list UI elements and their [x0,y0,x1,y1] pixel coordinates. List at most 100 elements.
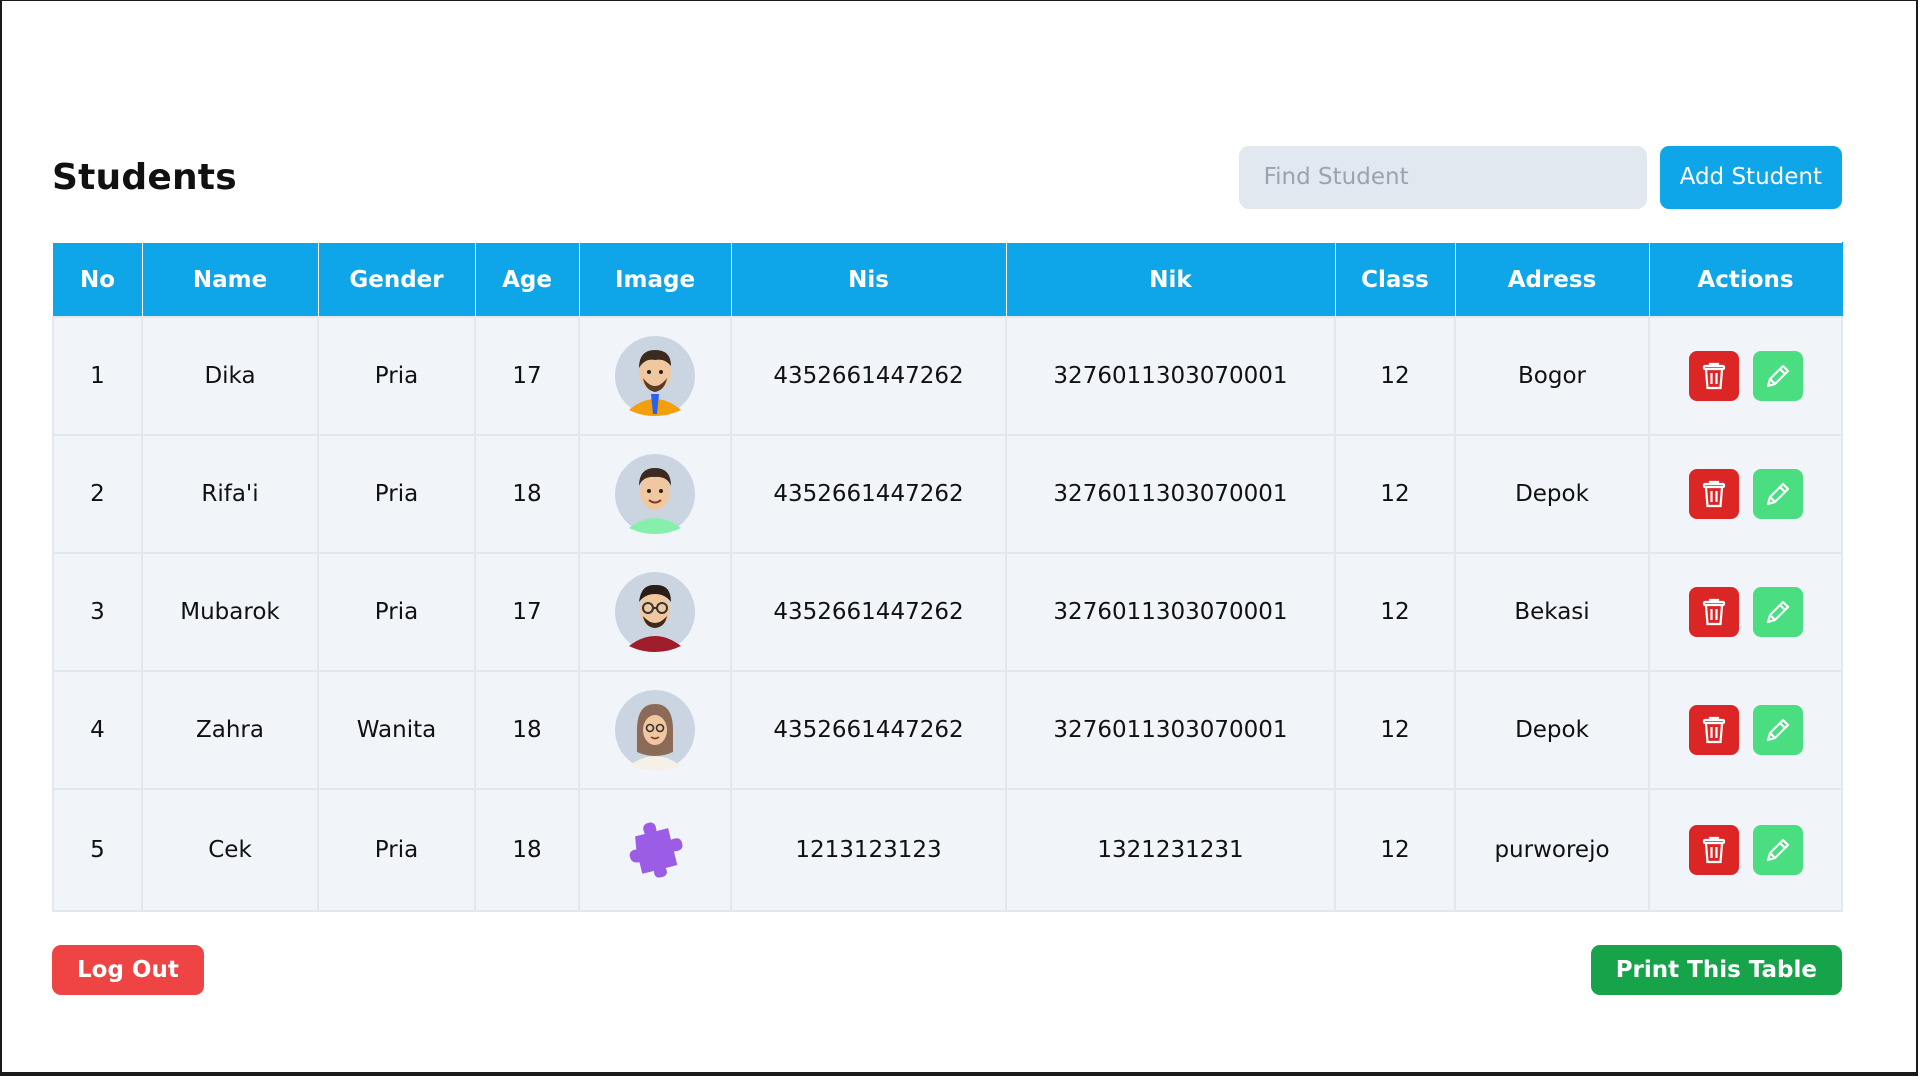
table-row: 1 Dika Pria 17 4352661447262 32760113030… [52,316,1843,436]
cell-nik: 3276011303070001 [1005,316,1336,436]
cell-age: 17 [474,316,580,436]
edit-button[interactable] [1752,705,1803,755]
cell-actions [1648,434,1843,554]
table-row: 5 Cek Pria 18 1213123123 1321231231 12 p… [52,788,1843,912]
column-header-actions: Actions [1648,242,1843,318]
column-header-age: Age [474,242,580,318]
trash-icon [1702,598,1725,626]
cell-image [578,552,732,672]
pencil-icon [1766,600,1789,624]
print-table-button[interactable]: Print This Table [1590,945,1842,995]
delete-button[interactable] [1688,825,1739,875]
trash-icon [1702,480,1725,508]
pencil-icon [1766,718,1789,742]
column-header-address: Adress [1454,242,1650,318]
pencil-icon [1766,838,1789,862]
table-body: 1 Dika Pria 17 4352661447262 32760113030… [52,316,1843,912]
cell-name: Rifa'i [141,434,319,554]
cell-gender: Pria [317,552,476,672]
cell-class: 12 [1334,670,1456,790]
add-student-button[interactable]: Add Student [1659,145,1842,209]
cell-nik: 3276011303070001 [1005,670,1336,790]
delete-button[interactable] [1688,469,1739,519]
cell-nik: 3276011303070001 [1005,552,1336,672]
cell-nik: 3276011303070001 [1005,434,1336,554]
cell-age: 18 [474,434,580,554]
table-row: 3 Mubarok Pria 17 4352661447262 32760113… [52,552,1843,672]
cell-actions [1648,316,1843,436]
column-header-image: Image [578,242,732,318]
header-row: No Name Gender Age Image Nis Nik Class A… [52,242,1843,318]
cell-class: 12 [1334,788,1456,912]
cell-address: Bogor [1454,316,1650,436]
pencil-icon [1766,364,1789,388]
cell-image [578,670,732,790]
cell-age: 17 [474,552,580,672]
cell-no: 1 [52,316,143,436]
page-title: Students [52,156,237,198]
cell-address: Depok [1454,434,1650,554]
row-actions [1651,587,1840,637]
cell-no: 4 [52,670,143,790]
cell-nis: 1213123123 [730,788,1007,912]
cell-address: Bekasi [1454,552,1650,672]
students-table: No Name Gender Age Image Nis Nik Class A… [52,242,1843,912]
cell-nik: 1321231231 [1005,788,1336,912]
cell-no: 2 [52,434,143,554]
logout-button[interactable]: Log Out [52,945,204,995]
delete-button[interactable] [1688,587,1739,637]
column-header-name: Name [141,242,319,318]
cell-gender: Pria [317,434,476,554]
cell-class: 12 [1334,316,1456,436]
cell-gender: Pria [317,788,476,912]
cell-nis: 4352661447262 [730,670,1007,790]
cell-address: purworejo [1454,788,1650,912]
students-page: Students Add Student No Name Gender Age [52,145,1843,995]
cell-class: 12 [1334,552,1456,672]
cell-nis: 4352661447262 [730,316,1007,436]
row-actions [1651,469,1840,519]
page-header: Students Add Student [52,145,1842,209]
cell-class: 12 [1334,434,1456,554]
edit-button[interactable] [1752,587,1803,637]
table-row: 2 Rifa'i Pria 18 4352661447262 327601130… [52,434,1843,554]
cell-name: Dika [141,316,319,436]
avatar-man-glasses-icon [615,572,695,652]
column-header-no: No [52,242,143,318]
trash-icon [1702,716,1725,744]
edit-button[interactable] [1752,351,1803,401]
avatar-man-beard-icon [615,336,695,416]
cell-name: Zahra [141,670,319,790]
cell-actions [1648,552,1843,672]
trash-icon [1702,836,1725,864]
cell-no: 5 [52,788,143,912]
avatar-man-smile-icon [615,454,695,534]
cell-name: Mubarok [141,552,319,672]
avatar-woman-hijab-icon [615,690,695,770]
puzzle-piece-icon [615,810,695,890]
cell-actions [1648,670,1843,790]
edit-button[interactable] [1752,469,1803,519]
find-student-input[interactable] [1238,145,1647,209]
cell-actions [1648,788,1843,912]
cell-address: Depok [1454,670,1650,790]
pencil-icon [1766,482,1789,506]
column-header-gender: Gender [317,242,476,318]
cell-image [578,434,732,554]
cell-gender: Pria [317,316,476,436]
cell-name: Cek [141,788,319,912]
table-header: No Name Gender Age Image Nis Nik Class A… [52,242,1843,318]
cell-nis: 4352661447262 [730,552,1007,672]
cell-image [578,788,732,912]
page-footer: Log Out Print This Table [52,945,1842,995]
column-header-nik: Nik [1005,242,1336,318]
delete-button[interactable] [1688,351,1739,401]
delete-button[interactable] [1688,705,1739,755]
cell-no: 3 [52,552,143,672]
cell-age: 18 [474,670,580,790]
edit-button[interactable] [1752,825,1803,875]
row-actions [1651,705,1840,755]
row-actions [1651,825,1840,875]
column-header-nis: Nis [730,242,1007,318]
column-header-class: Class [1334,242,1456,318]
